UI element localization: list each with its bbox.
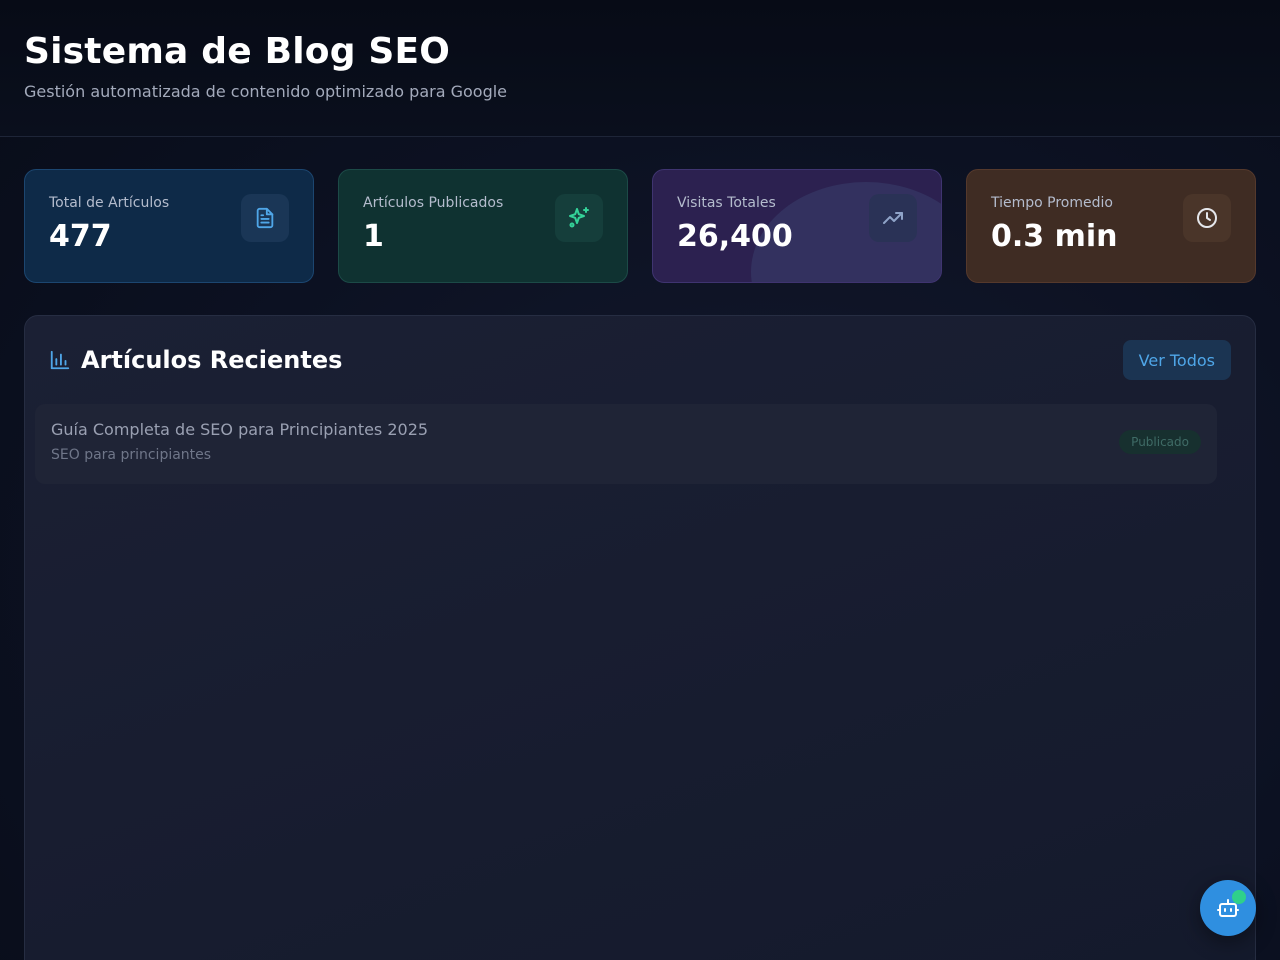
sparkles-icon <box>555 194 603 242</box>
list-item[interactable]: Guía Completa de SEO para Principiantes … <box>35 404 1217 484</box>
page-subtitle: Gestión automatizada de contenido optimi… <box>24 82 508 101</box>
document-icon <box>241 194 289 242</box>
trending-up-icon <box>869 194 917 242</box>
article-title: Guía Completa de SEO para Principiantes … <box>51 420 429 439</box>
panel-title: Artículos Recientes <box>81 346 343 374</box>
bar-chart-icon <box>49 349 71 371</box>
stat-card-published-articles: Artículos Publicados 1 <box>338 169 628 283</box>
recent-articles-panel: Artículos Recientes Ver Todos Guía Compl… <box>24 315 1256 960</box>
panel-title-wrap: Artículos Recientes <box>49 346 342 374</box>
stat-card-average-time: Tiempo Promedio 0.3 min <box>966 169 1256 283</box>
assistant-fab-button[interactable] <box>1200 880 1256 936</box>
page-title: Sistema de Blog SEO <box>24 31 451 72</box>
status-badge: Publicado <box>1119 430 1201 454</box>
article-keyword: SEO para principiantes <box>51 447 212 463</box>
online-status-dot <box>1232 890 1246 904</box>
panel-header: Artículos Recientes Ver Todos <box>25 316 1255 404</box>
stats-row: Total de Artículos 477 Artículos Publica… <box>24 169 1256 283</box>
stat-card-total-articles: Total de Artículos 477 <box>24 169 314 283</box>
view-all-button[interactable]: Ver Todos <box>1122 340 1231 380</box>
stat-card-total-visits: Visitas Totales 26,400 <box>652 169 942 283</box>
clock-icon <box>1183 194 1231 242</box>
page-header: Sistema de Blog SEO Gestión automatizada… <box>0 0 1280 137</box>
